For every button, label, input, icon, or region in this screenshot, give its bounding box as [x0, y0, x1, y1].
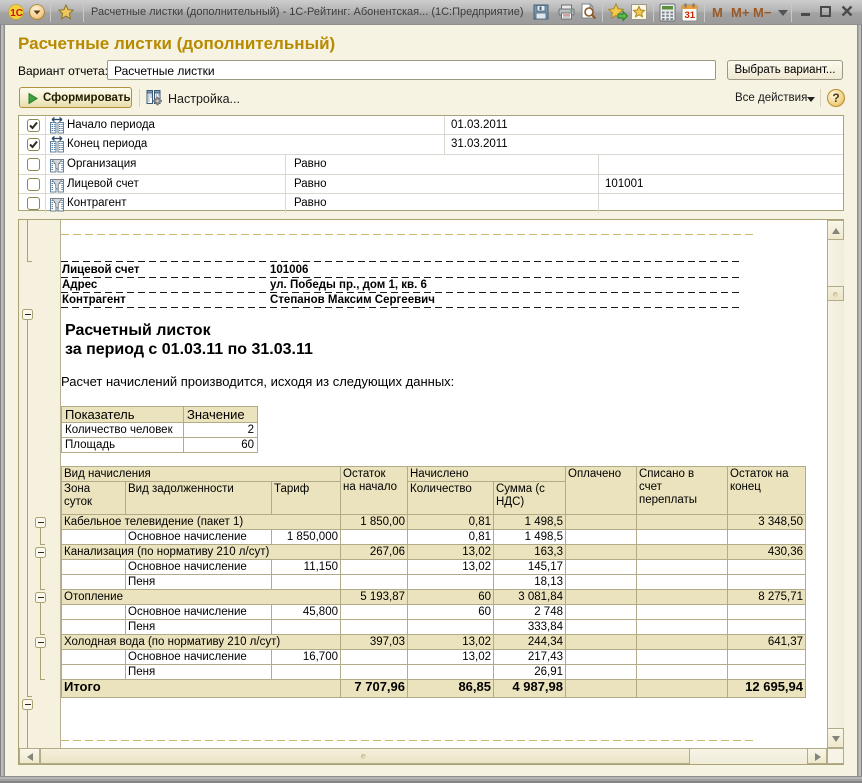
svg-text:1C: 1C: [10, 8, 23, 19]
svg-text:31: 31: [685, 10, 696, 21]
